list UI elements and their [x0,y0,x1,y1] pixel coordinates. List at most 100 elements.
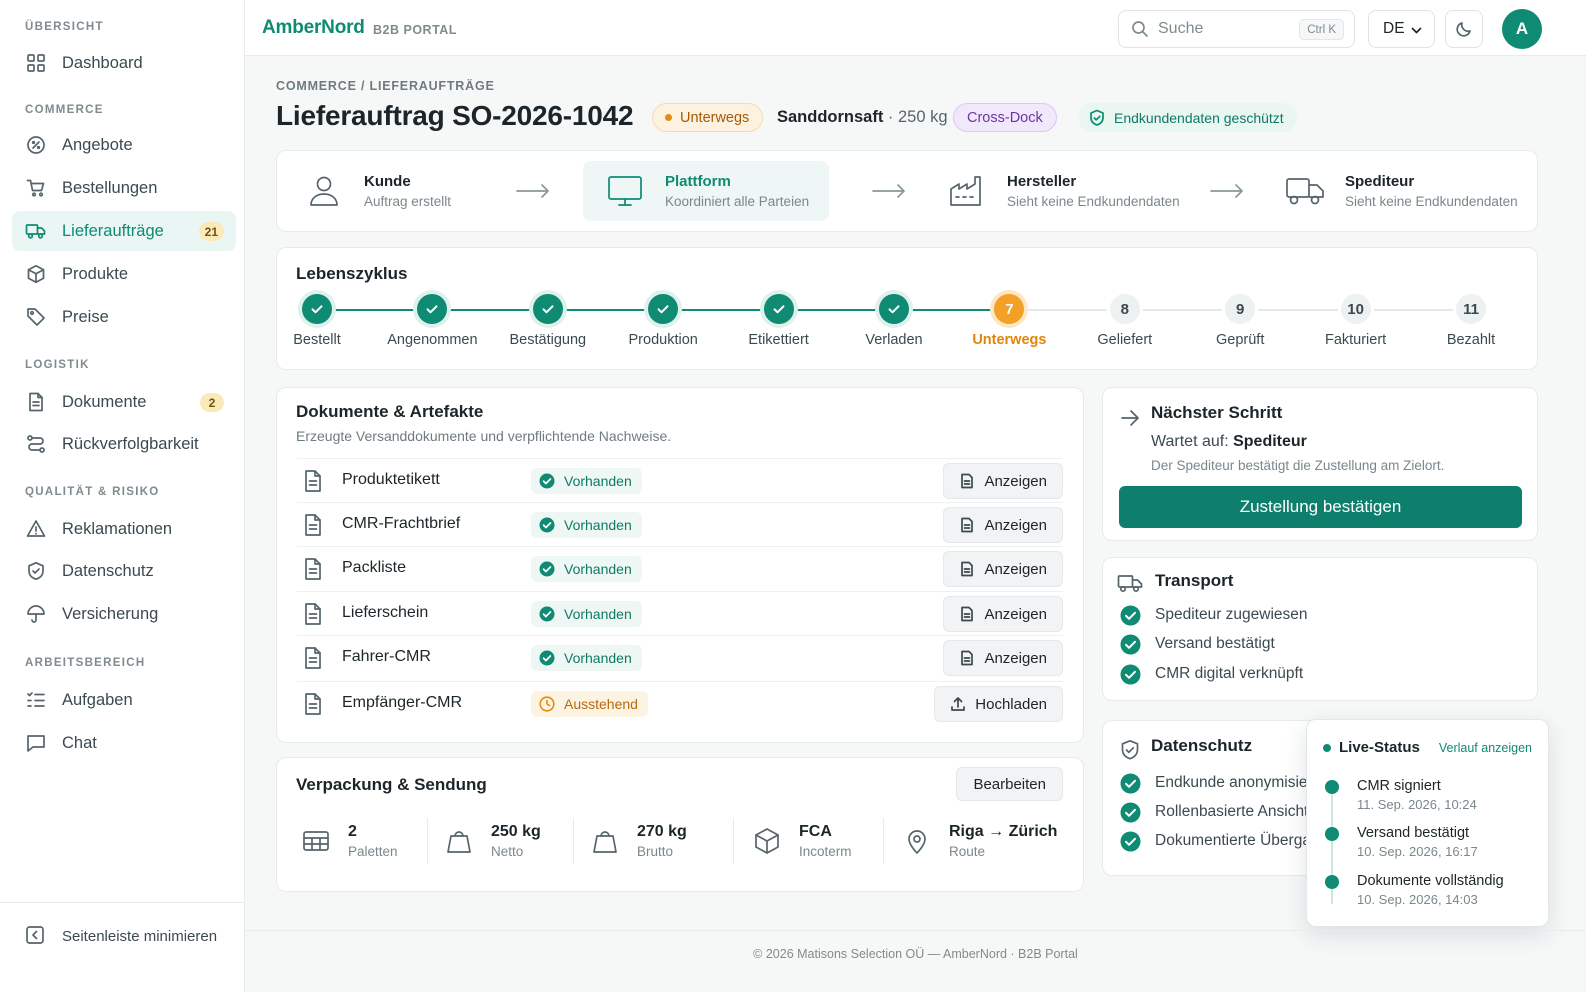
view-document-button[interactable]: Anzeigen [943,640,1063,676]
document-name: Empfänger-CMR [342,694,463,711]
check-icon [417,294,448,324]
sidebar-item-produkte[interactable]: Produkte [12,254,236,294]
document-name: Lieferschein [342,604,429,621]
check-item: Versand bestätigt [1120,632,1275,656]
timeline-event-title: CMR signiert [1357,778,1441,794]
count-badge: 2 [200,393,224,412]
pack-value: 2 [348,823,357,840]
step-number: 9 [1225,294,1256,324]
sidebar-item-lieferauftraege[interactable]: Lieferaufträge 21 [12,211,236,251]
pack-value: FCA [799,823,832,840]
check-icon [302,294,332,324]
view-document-button[interactable]: Anzeigen [943,507,1063,543]
timeline-event-time: 10. Sep. 2026, 14:03 [1357,892,1478,907]
document-name: Packliste [342,559,407,576]
sidebar: ÜBERSICHT Dashboard COMMERCE Angebote Be… [0,0,245,992]
avatar[interactable]: A [1502,9,1542,49]
tag-percent-icon [25,134,47,156]
documents-title: Dokumente & Artefakte [296,402,484,421]
arrow-right-icon [516,184,549,198]
document-action-label: Anzeigen [984,516,1047,534]
search-shortcut: Ctrl K [1299,19,1344,40]
pack-value: 270 kg [637,823,687,840]
language-select[interactable]: DE [1368,10,1435,48]
check-circle-icon [539,606,555,622]
umbrella-icon [25,603,47,625]
flow-subtitle: Sieht keine Endkundendaten [1007,194,1180,209]
sidebar-item-dokumente[interactable]: Dokumente 2 [12,382,236,422]
pack-pallets: 2 Paletten [302,818,398,864]
sidebar-item-chat[interactable]: Chat [12,723,236,763]
view-document-button[interactable]: Anzeigen [943,551,1063,587]
check-icon [763,294,794,324]
sidebar-item-label: Versicherung [62,604,159,623]
document-row: Packliste Vorhanden Anzeigen [297,546,1063,590]
view-document-button[interactable]: Anzeigen [943,463,1063,499]
next-step-title: Nächster Schritt [1151,403,1283,422]
arrow-right-icon [1210,184,1243,198]
check-item-label: Versand bestätigt [1155,635,1275,652]
cube-icon [755,828,779,854]
sidebar-item-datenschutz[interactable]: Datenschutz [12,551,236,591]
check-item: Spediteur zugewiesen [1120,603,1308,627]
check-item: CMR digital verknüpft [1120,662,1303,686]
theme-toggle-button[interactable] [1445,10,1483,48]
upload-document-button[interactable]: Hochladen [934,686,1063,722]
check-icon [532,294,563,324]
waiting-party: Spediteur [1233,433,1307,450]
lifecycle-step: Angenommen [377,294,487,348]
sidebar-item-preise[interactable]: Preise [12,297,236,337]
sidebar-item-aufgaben[interactable]: Aufgaben [12,680,236,720]
document-status-badge: Vorhanden [531,468,642,494]
view-history-link[interactable]: Verlauf anzeigen [1439,741,1532,755]
document-status-badge: Ausstehend [531,691,648,717]
brand-logo[interactable]: AmberNord [262,17,365,39]
sidebar-section-logistik: LOGISTIK [25,359,90,371]
sidebar-item-label: Lieferaufträge [62,221,164,240]
document-action-label: Anzeigen [984,649,1047,667]
pack-value: 250 kg [491,823,541,840]
chevron-down-icon [1411,27,1422,34]
timeline-event-title: Dokumente vollständig [1357,873,1504,889]
confirm-delivery-button[interactable]: Zustellung bestätigen [1119,486,1522,528]
minimize-sidebar-label: Seitenleiste minimieren [62,927,218,945]
check-circle-icon [539,561,555,577]
search-input[interactable]: Suche Ctrl K [1118,10,1355,48]
lifecycle-step: Produktion [608,294,718,348]
weight-icon [593,831,617,853]
check-circle-icon [1120,664,1141,685]
edit-packaging-button[interactable]: Bearbeiten [956,767,1063,801]
box-icon [25,263,47,285]
check-circle-icon [1120,634,1141,655]
view-document-button[interactable]: Anzeigen [943,596,1063,632]
sidebar-item-dashboard[interactable]: Dashboard [12,43,236,83]
flow-subtitle: Sieht keine Endkundendaten [1345,194,1518,209]
document-row: Empfänger-CMR Ausstehend Hochladen [297,681,1063,725]
location-pin-icon [908,830,926,854]
cart-icon [25,177,47,199]
document-name: CMR-Frachtbrief [342,515,461,532]
sidebar-item-reklamationen[interactable]: Reklamationen [12,509,236,549]
sidebar-item-rueckverfolgbarkeit[interactable]: Rückverfolgbarkeit [12,424,236,464]
minimize-sidebar-button[interactable]: Seitenleiste minimieren [12,916,236,956]
sidebar-section-commerce: COMMERCE [25,104,104,116]
lifecycle-title: Lebenszyklus [296,264,408,283]
sidebar-item-versicherung[interactable]: Versicherung [12,594,236,634]
flow-subtitle: Koordiniert alle Parteien [665,194,810,209]
breadcrumb: COMMERCE / LIEFERAUFTRÄGE [276,79,495,93]
lifecycle-step: 8 Geliefert [1070,294,1180,348]
packaging-card: Verpackung & Sendung Bearbeiten 2 Palette… [276,757,1084,892]
document-status-label: Vorhanden [564,517,632,533]
pack-gross: 270 kg Brutto [591,818,687,864]
sidebar-item-label: Dashboard [62,53,143,72]
lifecycle-step-label: Verladen [865,332,923,348]
document-name: Fahrer-CMR [342,648,431,665]
lifecycle-step-label: Geliefert [1097,332,1153,348]
step-number: 7 [994,294,1025,324]
check-item-label: Spediteur zugewiesen [1155,606,1308,623]
sidebar-item-bestellungen[interactable]: Bestellungen [12,168,236,208]
sidebar-item-angebote[interactable]: Angebote [12,125,236,165]
sidebar-item-label: Produkte [62,264,129,283]
document-icon [305,693,321,715]
timeline-event-time: 10. Sep. 2026, 16:17 [1357,844,1478,859]
